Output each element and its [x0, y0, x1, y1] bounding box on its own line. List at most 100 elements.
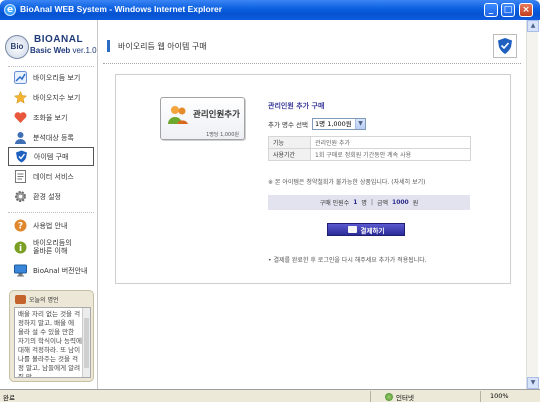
- sidebar-item-label-line: 바이오리듬의: [33, 239, 72, 247]
- page-header: 바이오리듬 웹 아이템 구매: [103, 34, 521, 64]
- item-info-table: 기능 관리인원 추가 사용기간 1회 구매로 정회원 기간동안 계속 사용: [268, 136, 471, 161]
- page-title: 바이오리듬 웹 아이템 구매: [118, 42, 207, 51]
- heart-icon: [14, 111, 27, 124]
- window-title: BioAnal WEB System - Windows Internet Ex…: [20, 4, 223, 14]
- document-icon: [14, 170, 27, 183]
- question-icon: ?: [14, 219, 27, 232]
- sidebar-item-understanding[interactable]: i 바이오리듬의 올바른 이해: [8, 236, 94, 258]
- info-icon: i: [14, 241, 27, 254]
- logo-badge: Bio: [5, 35, 29, 59]
- svg-text:?: ?: [18, 222, 23, 232]
- logo-title: BIOANAL: [34, 34, 84, 45]
- zone-label: 인터넷: [396, 394, 414, 402]
- summary-separator: |: [370, 199, 373, 206]
- monitor-icon: [14, 264, 27, 277]
- minimize-button[interactable]: _: [484, 3, 498, 17]
- sidebar-item-biorhythm[interactable]: 바이오리듬 보기: [8, 68, 94, 87]
- shield-badge-icon: [493, 34, 517, 58]
- security-zone[interactable]: 인터넷: [385, 392, 414, 402]
- logo-subtitle: Basic Web ver.1.0: [30, 46, 97, 55]
- purchase-form: 관리인원 추가 구매 추가 명수 선택 1명 1,000원 ▼ 기능 관리인원 …: [268, 101, 490, 264]
- zoom-level[interactable]: 100%: [490, 392, 509, 400]
- table-row: 기능 관리인원 추가: [268, 136, 471, 149]
- gear-icon: [14, 190, 27, 203]
- sidebar-item-label: 바이오리듬 보기: [33, 73, 81, 82]
- sidebar-item-usage-guide[interactable]: ? 사용법 안내: [8, 216, 94, 235]
- sidebar-item-harmony[interactable]: 조화율 보기: [8, 108, 94, 127]
- sidebar-item-bio-index[interactable]: 바이오지수 보기: [8, 88, 94, 107]
- star-icon: [14, 91, 27, 104]
- sidebar-item-label: 조화율 보기: [33, 113, 68, 122]
- quote-header: 오늘의 명언: [15, 295, 59, 304]
- note-icon: [15, 295, 26, 304]
- sidebar-item-label: 아이템 구매: [34, 152, 69, 161]
- maximize-button[interactable]: □: [501, 3, 515, 17]
- scroll-up-icon[interactable]: ▲: [527, 20, 539, 32]
- window-titlebar[interactable]: e BioAnal WEB System - Windows Internet …: [0, 0, 540, 20]
- page-scrollbar[interactable]: ▲ ▼: [526, 20, 539, 389]
- quote-box: 오늘의 명언 배울 자리 없는 것을 걱정하지 말고, 배울 에 올라 설 수 …: [9, 290, 94, 382]
- sidebar-item-buy-item[interactable]: 아이템 구매: [8, 147, 94, 166]
- sidebar-item-label: 데이터 서비스: [33, 172, 74, 181]
- status-bar: 완료 인터넷 100%: [0, 389, 540, 402]
- cart-icon: [347, 226, 357, 233]
- count-label: 추가 명수 선택: [268, 121, 309, 129]
- logo-subtitle-version: ver.1.0: [72, 46, 97, 55]
- title-accent-bar: [107, 40, 110, 52]
- quote-scrollbar[interactable]: [82, 308, 90, 377]
- item-card-price: 1명당 1,000원: [206, 132, 239, 138]
- main-content: 바이오리듬 웹 아이템 구매 관리인원추가 1명당 1,000원 관리인원 추가…: [99, 20, 526, 389]
- close-button[interactable]: ×: [519, 3, 533, 17]
- table-row: 사용기간 1회 구매로 정회원 기간동안 계속 사용: [268, 148, 471, 161]
- sidebar-item-label: 환경 설정: [33, 192, 61, 201]
- table-value: 1회 구매로 정회원 기간동안 계속 사용: [310, 148, 471, 161]
- purchase-panel: 관리인원추가 1명당 1,000원 관리인원 추가 구매 추가 명수 선택 1명…: [115, 74, 511, 284]
- sidebar-item-settings[interactable]: 환경 설정: [8, 187, 94, 206]
- ie-app-icon: e: [4, 4, 16, 16]
- table-key: 기능: [268, 136, 311, 149]
- person-icon: [14, 131, 27, 144]
- people-icon: [167, 103, 189, 125]
- amount-label: 금액: [376, 200, 389, 207]
- sidebar-item-label: 분석대상 등록: [33, 133, 74, 142]
- quote-textarea[interactable]: 배울 자리 없는 것을 걱정하지 말고, 배울 에 올라 설 수 있을 만한 자…: [14, 307, 91, 378]
- count-select[interactable]: 1명 1,000원 ▼: [312, 118, 367, 130]
- sidebar-item-label: 바이오리듬의 올바른 이해: [33, 239, 72, 255]
- purchase-summary: 구매 인원수 1 명 | 금액 1000 원: [268, 195, 470, 210]
- relogin-note: • 결제를 완료한 후 로그인을 다시 해주세요 추가가 적용됩니다.: [268, 257, 427, 264]
- chevron-down-icon[interactable]: ▼: [355, 119, 366, 129]
- scroll-down-icon[interactable]: ▼: [527, 377, 539, 389]
- count-row: 추가 명수 선택 1명 1,000원 ▼: [268, 118, 367, 130]
- item-card[interactable]: 관리인원추가 1명당 1,000원: [160, 97, 245, 140]
- sidebar-divider: [8, 212, 94, 213]
- sidebar-item-register-target[interactable]: 분석대상 등록: [8, 128, 94, 147]
- quote-text: 배울 자리 없는 것을 걱정하지 말고, 배울 에 올라 설 수 있을 만한 자…: [18, 310, 82, 378]
- people-count-value: 1: [353, 199, 358, 206]
- shield-icon: [15, 150, 28, 163]
- sidebar: Bio BIOANAL Basic Web ver.1.0 바이오리듬 보기 바…: [2, 20, 98, 389]
- form-heading: 관리인원 추가 구매: [268, 102, 325, 110]
- status-divider: [480, 391, 481, 402]
- header-divider: [103, 63, 521, 64]
- sidebar-item-label-line: 올바른 이해: [33, 247, 68, 255]
- biorhythm-icon: [14, 71, 27, 84]
- svg-text:i: i: [19, 244, 22, 254]
- pay-button-label: 결제하기: [360, 226, 385, 235]
- sidebar-item-label: 바이오지수 보기: [33, 93, 81, 102]
- globe-icon: [385, 393, 393, 401]
- status-divider: [370, 391, 371, 402]
- pay-button[interactable]: 결제하기: [327, 223, 405, 236]
- sidebar-item-label: 사용법 안내: [33, 221, 68, 230]
- sidebar-divider: [8, 66, 94, 67]
- amount-value: 1000: [392, 199, 409, 206]
- sidebar-item-label: BioAnal 버전안내: [33, 266, 88, 275]
- quote-title: 오늘의 명언: [29, 297, 59, 304]
- item-card-title: 관리인원추가: [193, 110, 240, 120]
- people-count-label: 구매 인원수: [319, 200, 350, 207]
- sidebar-item-version-info[interactable]: BioAnal 버전안내: [8, 261, 94, 280]
- table-value: 관리인원 추가: [310, 136, 471, 149]
- status-text: 완료: [3, 394, 15, 402]
- refund-warning[interactable]: ※ 본 아이템은 청약철회가 불가능한 상품입니다. (자세히 보기): [268, 177, 425, 186]
- sidebar-item-data-service[interactable]: 데이터 서비스: [8, 167, 94, 186]
- people-count-unit: 명: [361, 200, 367, 207]
